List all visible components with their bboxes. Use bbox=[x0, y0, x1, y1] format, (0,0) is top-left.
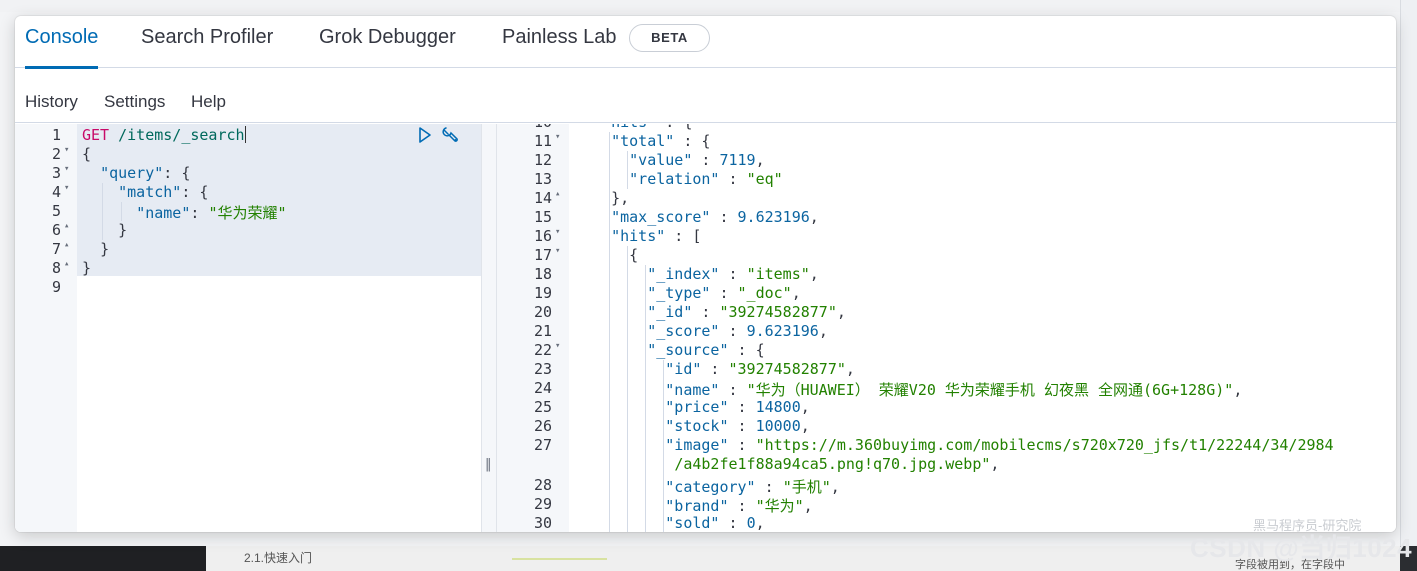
history-link[interactable]: History bbox=[25, 92, 78, 112]
request-line: 7 ▴ } bbox=[51, 240, 110, 258]
response-line: 17 ▾ { bbox=[533, 246, 639, 264]
fold-toggle-icon[interactable]: ▾ bbox=[64, 183, 69, 193]
watermark-large: CSDN @当归1024 bbox=[1190, 533, 1413, 563]
play-icon[interactable] bbox=[417, 126, 433, 149]
fold-toggle-icon[interactable]: ▾ bbox=[64, 145, 69, 155]
response-line: 16 ▾ "hits" : [ bbox=[533, 227, 702, 245]
background-scrollbar bbox=[1400, 0, 1417, 571]
response-line: 15 "max_score" : 9.623196, bbox=[533, 208, 819, 226]
response-line: 20 "_id" : "39274582877", bbox=[533, 303, 846, 321]
response-line: 18 "_index" : "items", bbox=[533, 265, 819, 283]
response-line: 24 "name" : "华为（HUAWEI） 荣耀V20 华为荣耀手机 幻夜黑… bbox=[533, 379, 1243, 399]
request-line: 8 ▴ } bbox=[51, 259, 92, 277]
response-line: 11 ▾ "total" : { bbox=[533, 132, 711, 150]
console-menu: History Settings Help bbox=[15, 69, 1396, 123]
tab-search-profiler[interactable]: Search Profiler bbox=[141, 16, 273, 68]
fold-toggle-icon[interactable]: ▴ bbox=[64, 259, 69, 269]
tab-console[interactable]: Console bbox=[25, 16, 99, 69]
tab-painless-lab[interactable]: Painless Lab bbox=[502, 16, 617, 68]
response-line: 23 "id" : "39274582877", bbox=[533, 360, 855, 378]
response-line: 28 "category" : "手机", bbox=[533, 476, 840, 496]
request-line: 3 ▾ "query": { bbox=[51, 164, 191, 182]
tab-grok-debugger[interactable]: Grok Debugger bbox=[319, 16, 456, 68]
response-line: 21 "_score" : 9.623196, bbox=[533, 322, 828, 340]
request-editor[interactable]: 1 GET /items/_search 2 ▾ { 3 ▾ "query": { … bbox=[15, 124, 481, 532]
wrench-icon[interactable] bbox=[441, 126, 461, 151]
fold-toggle-icon[interactable]: ▴ bbox=[555, 189, 560, 199]
response-line: 19 "_type" : "_doc", bbox=[533, 284, 801, 302]
response-line: 12 "value" : 7119, bbox=[533, 151, 765, 169]
request-url: /items/_search bbox=[118, 126, 245, 144]
response-line: 22 ▾ "_source" : { bbox=[533, 341, 765, 359]
dev-tools-panel: Console Search Profiler Grok Debugger Pa… bbox=[15, 16, 1396, 532]
response-output: 10 "hits" : { 11▾ "total" : { 12 "value"… bbox=[497, 124, 1396, 532]
request-line: 5 "name": "华为荣耀" bbox=[51, 202, 287, 222]
tab-bar: Console Search Profiler Grok Debugger Pa… bbox=[15, 16, 1396, 69]
response-line: 27 "image" : "https://m.360buyimg.com/mo… bbox=[533, 436, 1334, 454]
request-line: 6 ▴ } bbox=[51, 221, 128, 239]
response-line: 25 "price" : 14800, bbox=[533, 398, 810, 416]
response-line: 10 "hits" : { bbox=[497, 124, 1396, 132]
fold-toggle-icon[interactable]: ▾ bbox=[555, 246, 560, 256]
response-line-wrapped: /a4b2fe1f88a94ca5.png!q70.jpg.webp", bbox=[674, 455, 1000, 473]
response-line: 26 "stock" : 10000, bbox=[533, 417, 810, 435]
settings-link[interactable]: Settings bbox=[104, 92, 165, 112]
fold-toggle-icon[interactable]: ▴ bbox=[64, 240, 69, 250]
response-line: 13 "relation" : "eq" bbox=[533, 170, 783, 188]
request-method: GET bbox=[82, 126, 110, 144]
drag-handle-icon[interactable]: ‖ bbox=[485, 457, 492, 472]
fold-toggle-icon[interactable]: ▾ bbox=[64, 164, 69, 174]
fold-toggle-icon[interactable]: ▾ bbox=[555, 227, 560, 237]
fold-toggle-icon[interactable]: ▾ bbox=[555, 341, 560, 351]
request-line: 4 ▾ "match": { bbox=[51, 183, 209, 201]
pane-resizer[interactable]: ‖ bbox=[481, 124, 497, 532]
fold-toggle-icon[interactable]: ▴ bbox=[64, 221, 69, 231]
help-link[interactable]: Help bbox=[191, 92, 226, 112]
response-line: 14 ▴ }, bbox=[533, 189, 630, 207]
request-line: 2 ▾ { bbox=[51, 145, 92, 163]
background-page-top bbox=[0, 0, 1417, 12]
fold-toggle-icon[interactable]: ▾ bbox=[555, 132, 560, 142]
beta-badge: BETA bbox=[629, 24, 710, 52]
response-line: 29 "brand" : "华为", bbox=[533, 495, 813, 515]
background-text: 2.1.快速入门 bbox=[244, 551, 313, 565]
request-line: 9 bbox=[51, 278, 61, 296]
request-line: 1 GET /items/_search bbox=[51, 126, 246, 144]
